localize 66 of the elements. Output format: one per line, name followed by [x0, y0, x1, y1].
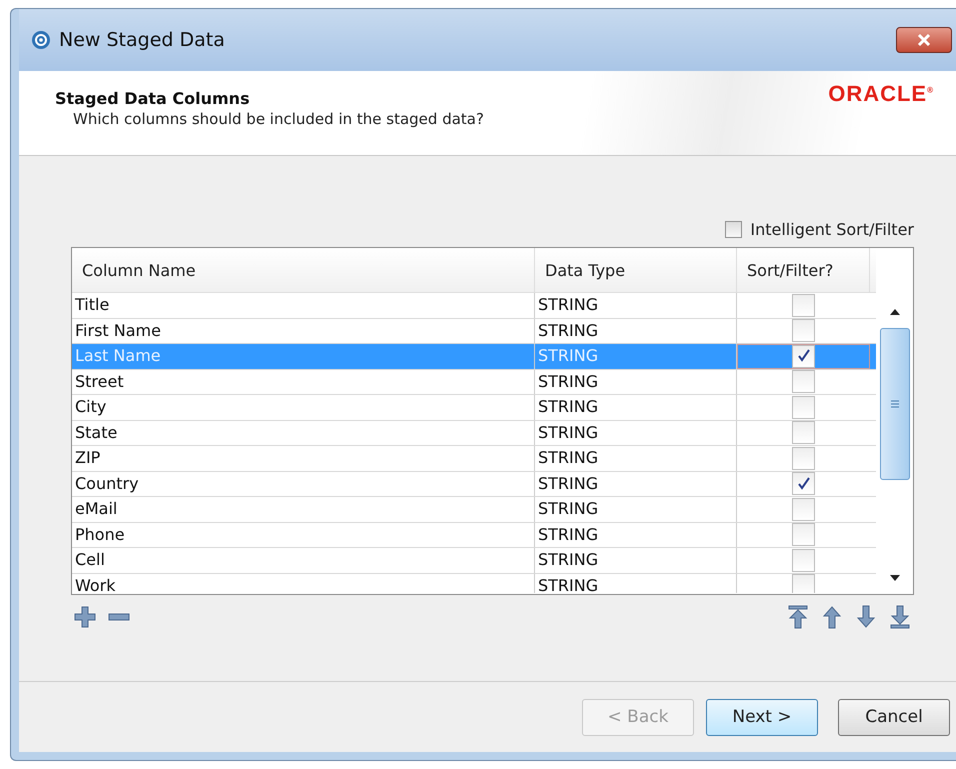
table-cell: STRING [535, 318, 737, 343]
checkbox[interactable] [792, 472, 815, 496]
table-row[interactable]: eMail STRING [72, 497, 876, 522]
checkbox[interactable] [792, 396, 815, 419]
table-cell: eMail [72, 497, 535, 522]
table-row[interactable]: Phone STRING [72, 522, 876, 548]
table-cell: STRING [535, 395, 737, 420]
table-row[interactable]: Work STRING [72, 574, 876, 593]
table-cell: Phone [72, 522, 535, 547]
table-cell: STRING [535, 293, 737, 318]
table-row[interactable]: ZIP STRING [72, 446, 876, 472]
close-button[interactable] [896, 27, 952, 53]
table-cell: State [72, 420, 535, 445]
table-row[interactable]: State STRING [72, 420, 876, 446]
checkbox[interactable] [725, 221, 742, 238]
table-row[interactable]: Title STRING [72, 293, 876, 318]
table-cell: STRING [535, 370, 737, 394]
checkbox[interactable] [792, 523, 815, 546]
scroll-down-icon[interactable] [888, 574, 900, 582]
table-row[interactable]: Country STRING [72, 472, 876, 497]
table-cell: City [72, 395, 535, 420]
table-row[interactable]: Street STRING [72, 370, 876, 395]
table-cell: Work [72, 574, 535, 593]
table-cell: ZIP [72, 446, 535, 470]
checkbox[interactable] [792, 370, 815, 394]
table-cell: STRING [535, 446, 737, 470]
checkbox[interactable] [792, 344, 815, 368]
logo: ORACLE$^{®}$ [828, 81, 934, 107]
grip-icon [890, 399, 900, 409]
table-cell: STRING [535, 420, 737, 445]
table-cell: STRING [535, 548, 737, 572]
table-cell: STRING [535, 574, 737, 593]
table-cell: STRING [535, 522, 737, 547]
checkbox[interactable] [792, 421, 815, 444]
table-cell: Title [72, 293, 535, 318]
close-icon [916, 33, 932, 47]
table-cell: Street [72, 370, 535, 394]
checkbox[interactable] [792, 294, 815, 317]
table-cell: First Name [72, 318, 535, 343]
table-row[interactable]: City STRING [72, 395, 876, 420]
checkbox[interactable] [792, 498, 815, 521]
checkbox[interactable] [792, 548, 815, 572]
table-row[interactable]: Cell STRING [72, 548, 876, 574]
table-cell: Country [72, 472, 535, 496]
table-cell: Last Name [72, 344, 535, 368]
table-cell: Cell [72, 548, 535, 572]
check-icon [796, 476, 810, 491]
table-cell: STRING [535, 344, 737, 368]
checkbox[interactable] [792, 319, 815, 342]
check-icon [796, 349, 810, 364]
app-icon [31, 30, 51, 50]
page-title: Staged Data Columns [55, 89, 251, 108]
page-subtitle: Which columns should be included in the staged data? [72, 110, 484, 128]
column-header[interactable]: Sort/Filter? [737, 248, 870, 292]
checkbox[interactable] [792, 446, 815, 470]
window-title: New Staged Data [59, 29, 225, 51]
checkbox[interactable] [792, 574, 815, 593]
table-cell: STRING [535, 472, 737, 496]
dialog-button[interactable]: Next > [706, 698, 818, 736]
table-cell: STRING [535, 497, 737, 522]
column-header[interactable]: Column Name [72, 248, 535, 292]
column-header[interactable]: Data Type [535, 248, 737, 292]
checkbox-label: Intelligent Sort/Filter [750, 220, 914, 239]
dialog-button[interactable]: Cancel [838, 698, 950, 736]
scrollbar-thumb[interactable] [880, 328, 910, 480]
scroll-up-icon[interactable] [888, 308, 900, 316]
